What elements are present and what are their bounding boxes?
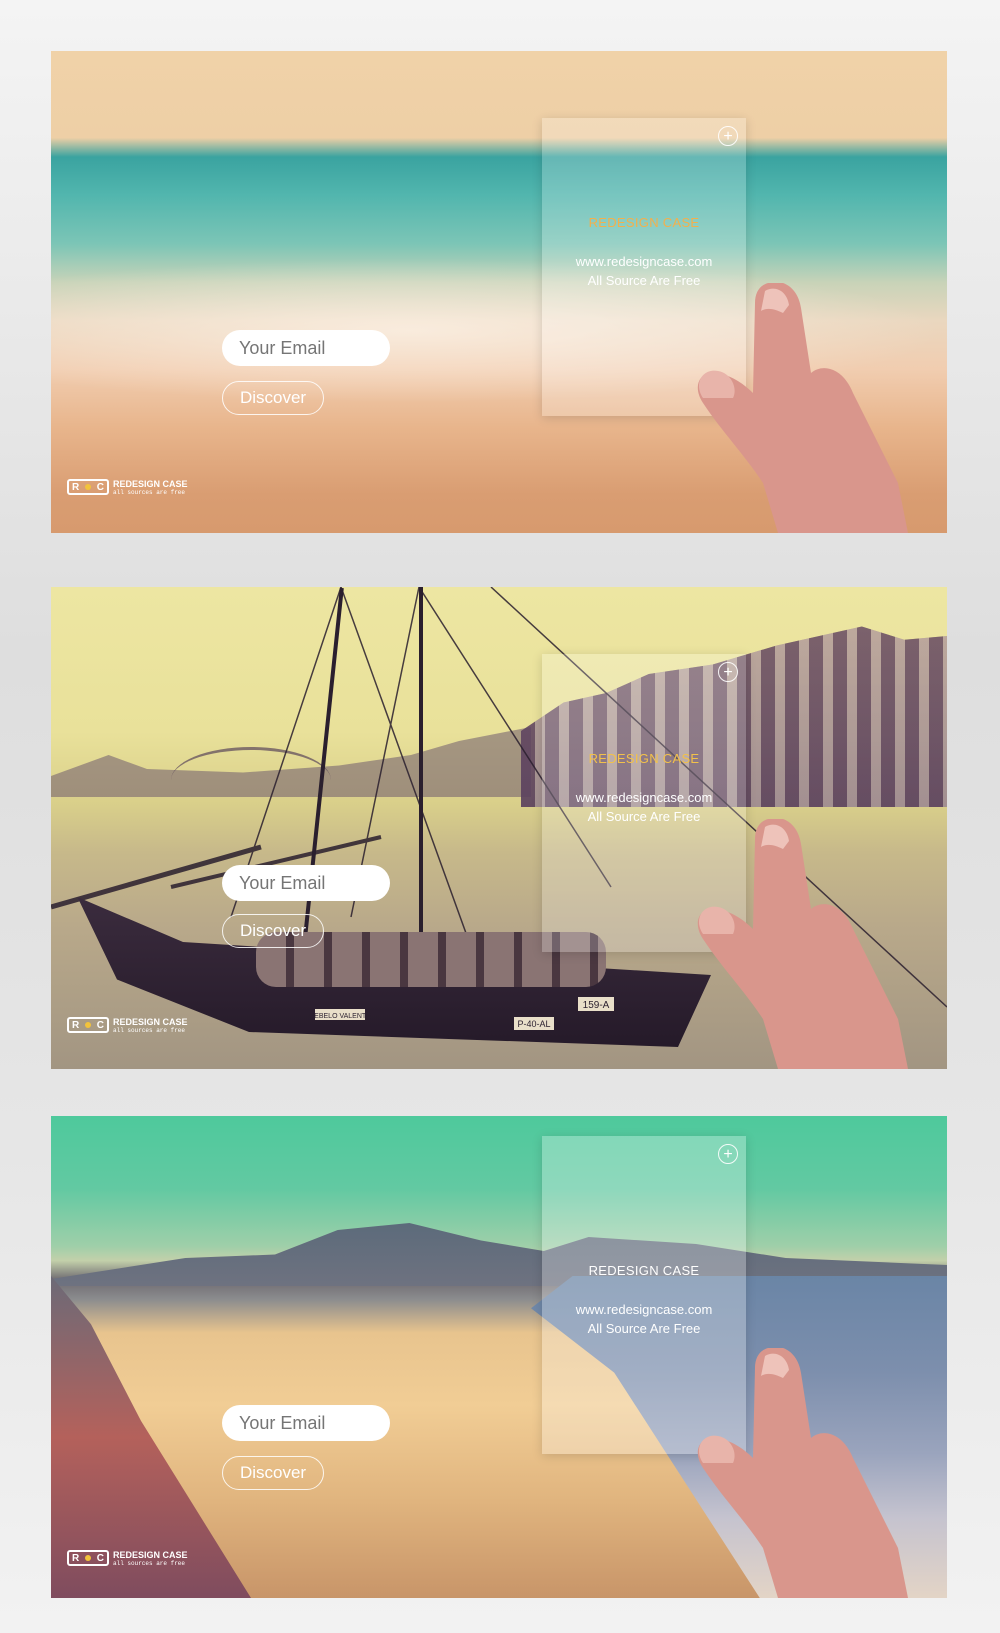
hand-image	[697, 819, 908, 1069]
logo-mark: RC	[67, 1550, 109, 1566]
plus-circle-icon[interactable]: +	[718, 126, 738, 146]
card-title: REDESIGN CASE	[588, 751, 700, 766]
logo-name: REDESIGN CASE	[113, 1549, 188, 1560]
boat-name-label: REBELO VALENTE	[309, 1013, 371, 1020]
logo-mark: RC	[67, 1017, 109, 1033]
river-boat-hero-panel: REBELO VALENTE 159-A P-40-AL Discover + …	[51, 587, 947, 1069]
logo-name: REDESIGN CASE	[113, 478, 188, 489]
coastline-hero-panel: Discover + REDESIGN CASE www.redesigncas…	[51, 1116, 947, 1598]
plus-circle-icon[interactable]: +	[718, 662, 738, 682]
discover-button[interactable]: Discover	[222, 381, 324, 415]
logo-mark: RC	[67, 479, 109, 495]
hand-image	[697, 1348, 908, 1598]
email-input[interactable]	[222, 330, 390, 366]
card-title: REDESIGN CASE	[588, 215, 700, 230]
email-input[interactable]	[222, 865, 390, 901]
logo-tagline: all sources are free	[113, 488, 186, 496]
boat-port-label: P-40-AL	[517, 1019, 550, 1029]
email-input[interactable]	[222, 1405, 390, 1441]
discover-button[interactable]: Discover	[222, 1456, 324, 1490]
card-url[interactable]: www.redesigncase.com	[542, 254, 746, 269]
beach-hero-panel: Discover + REDESIGN CASE www.redesigncas…	[51, 51, 947, 533]
logo-name: REDESIGN CASE	[113, 1016, 188, 1027]
card-url[interactable]: www.redesigncase.com	[542, 790, 746, 805]
card-note: All Source Are Free	[587, 1321, 701, 1336]
discover-button[interactable]: Discover	[222, 914, 324, 948]
brand-logo: RC REDESIGN CASE all sources are free	[67, 477, 188, 497]
card-url[interactable]: www.redesigncase.com	[542, 1302, 746, 1317]
card-title: REDESIGN CASE	[588, 1263, 700, 1278]
boat-reg-label: 159-A	[583, 1000, 610, 1011]
brand-logo: RC REDESIGN CASE all sources are free	[67, 1015, 188, 1035]
hand-image	[697, 283, 908, 533]
brand-logo: RC REDESIGN CASE all sources are free	[67, 1548, 188, 1568]
logo-tagline: all sources are free	[113, 1559, 186, 1567]
logo-tagline: all sources are free	[113, 1026, 186, 1034]
plus-circle-icon[interactable]: +	[718, 1144, 738, 1164]
